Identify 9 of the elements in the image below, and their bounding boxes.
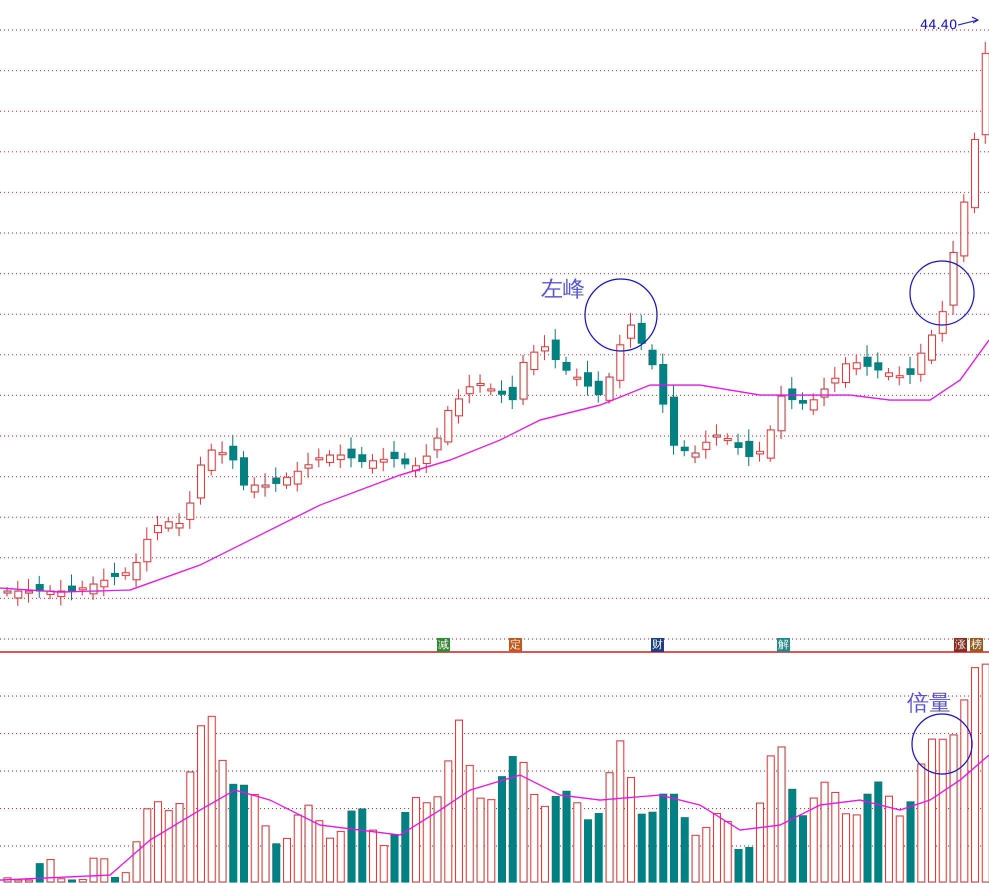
price-label: 44.40 <box>920 18 958 33</box>
event-marker[interactable]: 减 <box>437 638 450 652</box>
event-marker[interactable]: 解 <box>777 638 790 652</box>
annotation-label: 左峰 <box>541 276 585 304</box>
event-marker[interactable]: 榜 <box>970 638 983 652</box>
annotation-label: 倍量 <box>907 690 951 718</box>
event-marker[interactable]: 财 <box>651 638 664 652</box>
event-marker[interactable]: 定 <box>509 638 522 652</box>
event-marker[interactable]: 涨 <box>954 638 967 652</box>
